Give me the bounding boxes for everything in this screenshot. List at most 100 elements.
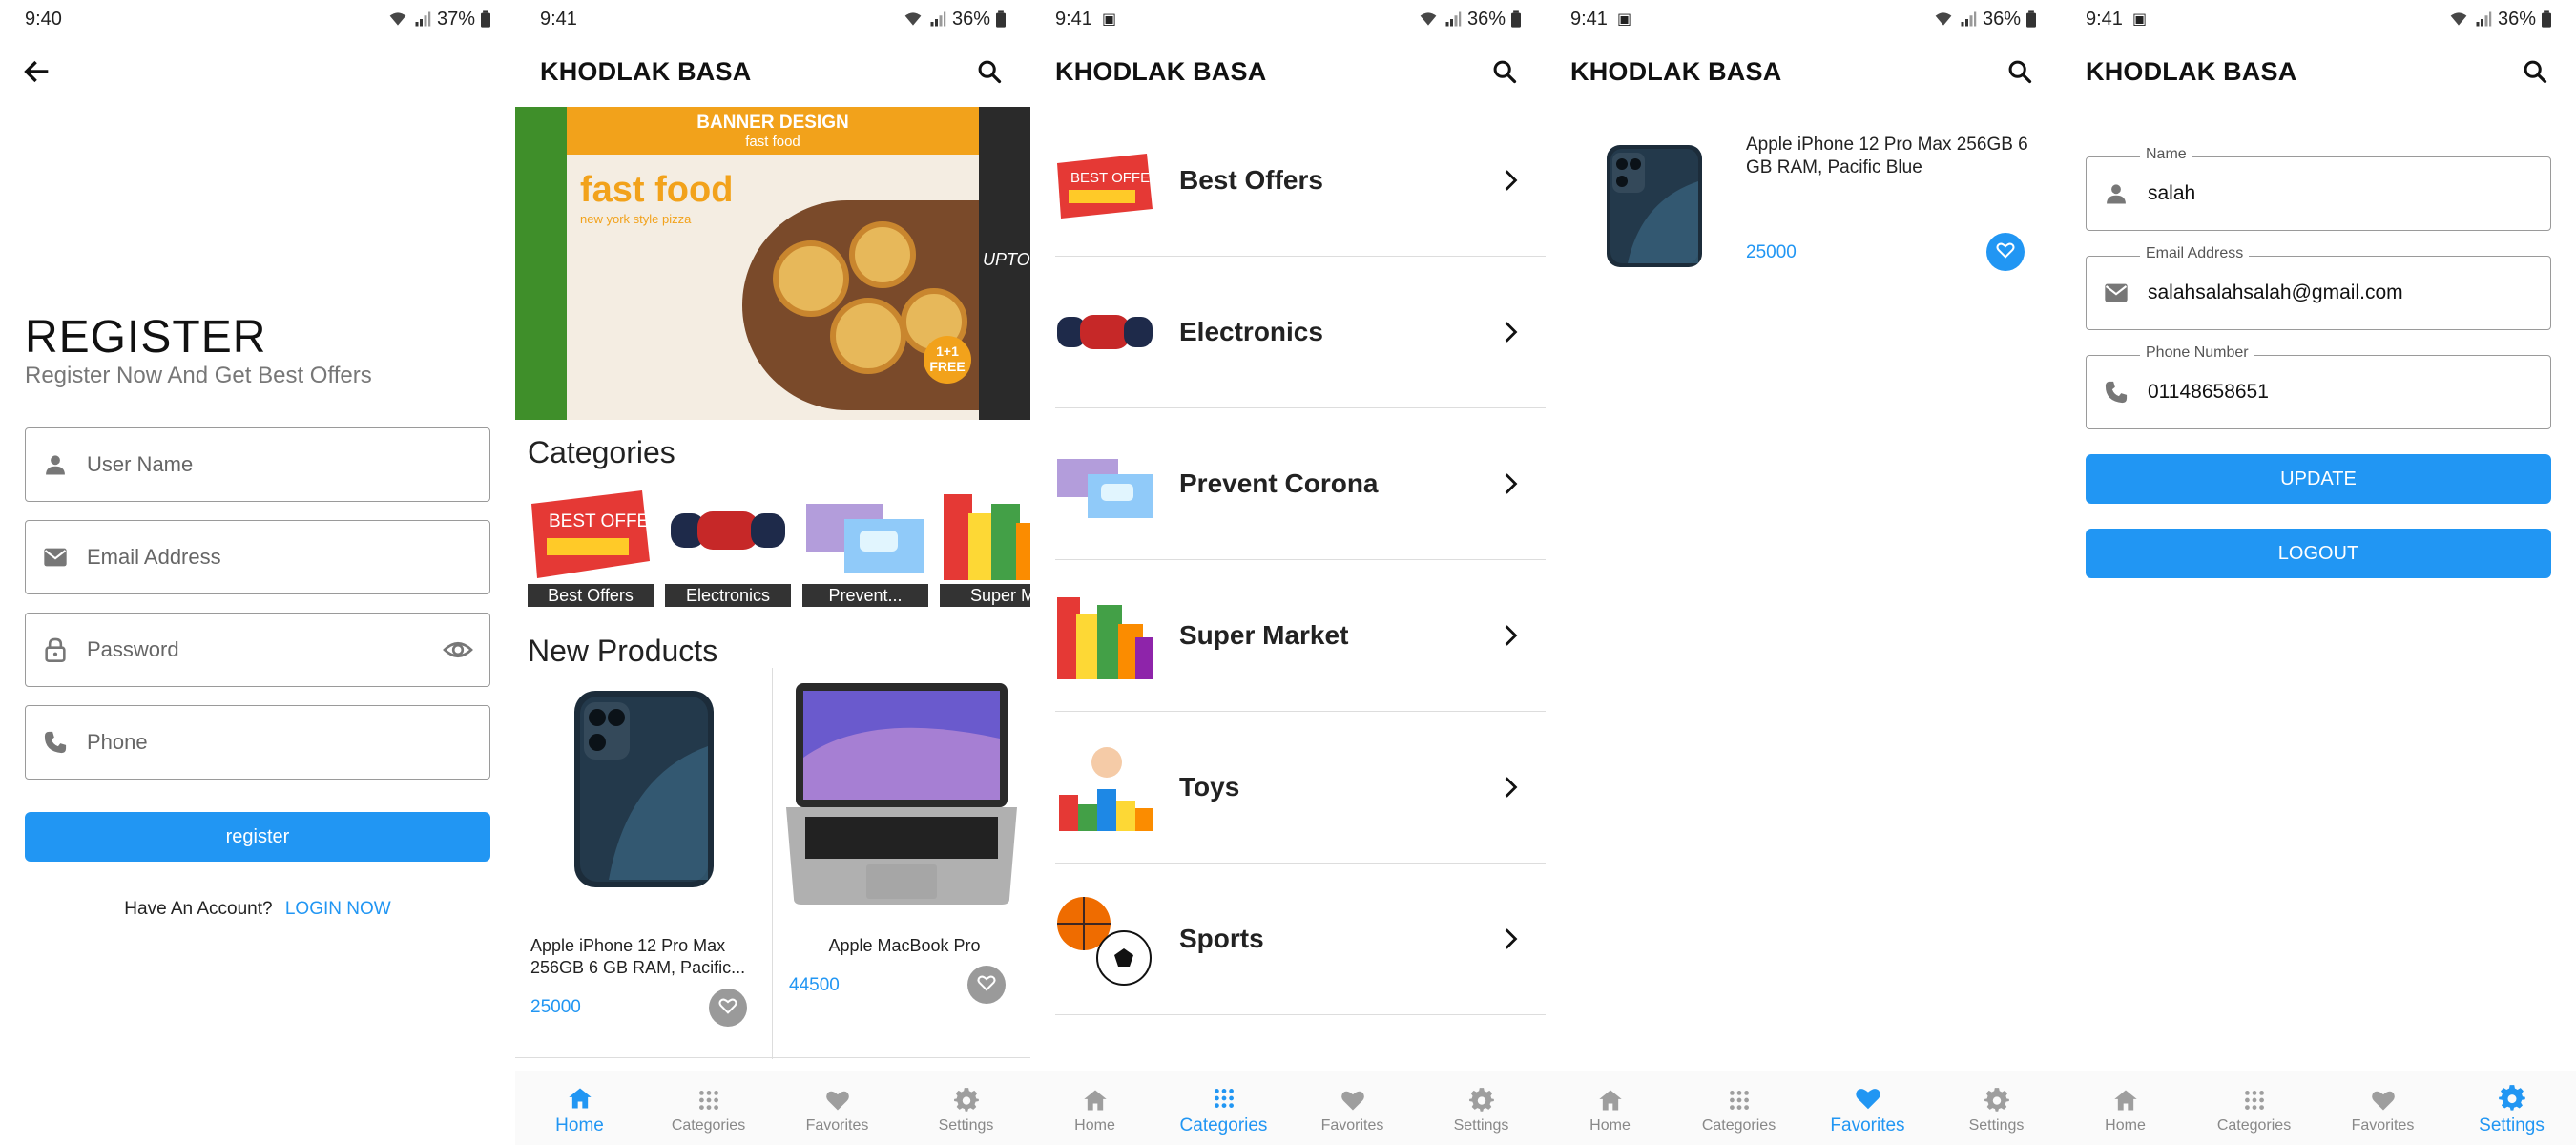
- nav-label: Favorites: [1830, 1114, 1905, 1135]
- promo-banner[interactable]: BANNER DESIGN fast food fast food new yo…: [515, 107, 1030, 420]
- app-bar: KHODLAK BASA: [1030, 46, 1546, 97]
- battery-icon: [1511, 10, 1521, 28]
- toys-thumbnail: [1059, 747, 1153, 831]
- status-bar: 9:41 ▣ 36%: [1030, 0, 1546, 38]
- apps-icon: [1210, 1084, 1238, 1113]
- category-row[interactable]: Electronics: [1055, 257, 1546, 408]
- signal-icon: [1960, 10, 1977, 28]
- nav-settings[interactable]: Settings: [1417, 1071, 1546, 1145]
- nav-categories[interactable]: Categories: [1159, 1071, 1288, 1145]
- category-name: Best Offers: [1179, 165, 1323, 195]
- iphone-product-image[interactable]: [571, 689, 717, 891]
- category-row[interactable]: Prevent Corona: [1055, 408, 1546, 560]
- phone-field[interactable]: Phone: [25, 705, 490, 780]
- nav-favorites[interactable]: Favorites: [773, 1071, 902, 1145]
- email-field[interactable]: Email Address salahsalahsalah@gmail.com: [2086, 245, 2551, 330]
- favorite-toggle[interactable]: [967, 966, 1006, 1004]
- person-icon: [41, 450, 70, 479]
- category-row[interactable]: Sports: [1055, 864, 1546, 1015]
- lock-icon: [41, 635, 70, 664]
- favorite-product-price: 25000: [1746, 242, 1797, 262]
- nav-favorites[interactable]: Favorites: [1803, 1071, 1932, 1145]
- nav-favorites[interactable]: Favorites: [2318, 1071, 2447, 1145]
- categories-screen: 9:41 ▣ 36% KHODLAK BASA BEST OFFER Best …: [1030, 0, 1546, 1145]
- name-field[interactable]: Name salah: [2086, 146, 2551, 231]
- username-field[interactable]: User Name: [25, 427, 490, 502]
- search-icon[interactable]: [2004, 55, 2036, 88]
- category-row[interactable]: BEST OFFER Best Offers: [1055, 105, 1546, 257]
- banner-left-strip: [515, 107, 567, 420]
- name-field-label: Name: [2140, 146, 2192, 163]
- nav-settings[interactable]: Settings: [902, 1071, 1030, 1145]
- nav-label: Settings: [1453, 1116, 1509, 1134]
- search-icon[interactable]: [973, 55, 1006, 88]
- battery-percent: 36%: [951, 8, 990, 30]
- pizza-image: [773, 240, 849, 317]
- phone-icon: [41, 728, 70, 757]
- phone-field-label: Phone Number: [2140, 344, 2254, 362]
- heart-outline-icon: [717, 995, 738, 1021]
- svg-text:BEST OFFER: BEST OFFER: [1070, 170, 1154, 186]
- favorite-toggle[interactable]: [1986, 233, 2025, 271]
- phone-field[interactable]: Phone Number 01148658651: [2086, 344, 2551, 429]
- logout-button[interactable]: LOGOUT: [2086, 529, 2551, 578]
- nav-categories[interactable]: Categories: [2190, 1071, 2318, 1145]
- category-tile[interactable]: Prevent...: [802, 485, 928, 607]
- password-field[interactable]: Password: [25, 613, 490, 687]
- product-name: Apple MacBook Pro: [828, 936, 981, 955]
- home-screen: 9:41 36% KHODLAK BASA BANNER DESIGN fast…: [515, 0, 1030, 1145]
- category-row[interactable]: Toys: [1055, 712, 1546, 864]
- category-tile[interactable]: BEST OFFER Best Offers: [528, 485, 654, 607]
- email-field-value: salahsalahsalah@gmail.com: [2148, 281, 2403, 303]
- nav-label: Favorites: [1320, 1116, 1384, 1134]
- nav-favorites[interactable]: Favorites: [1288, 1071, 1417, 1145]
- app-title: KHODLAK BASA: [1055, 56, 1267, 86]
- category-label: Electronics: [665, 584, 791, 607]
- nav-label: Categories: [1179, 1114, 1268, 1135]
- nav-label: Categories: [671, 1116, 746, 1134]
- back-arrow-icon[interactable]: [21, 55, 53, 88]
- favorite-toggle[interactable]: [709, 989, 747, 1027]
- update-button[interactable]: UPDATE: [2086, 454, 2551, 504]
- nav-home[interactable]: Home: [1546, 1071, 1674, 1145]
- nav-settings[interactable]: Settings: [1932, 1071, 2061, 1145]
- macbook-product-image[interactable]: [784, 681, 1019, 906]
- nav-home[interactable]: Home: [2061, 1071, 2190, 1145]
- grid-divider: [515, 1057, 1030, 1058]
- nav-home[interactable]: Home: [1030, 1071, 1159, 1145]
- super-market-thumbnail: [1057, 597, 1153, 679]
- wifi-icon: [903, 10, 924, 29]
- have-account-text: Have An Account?: [124, 899, 273, 919]
- product-price: 44500: [789, 975, 840, 995]
- register-button[interactable]: register: [25, 812, 490, 862]
- email-field[interactable]: Email Address: [25, 520, 490, 594]
- search-icon[interactable]: [2519, 55, 2551, 88]
- banner-badge: 1+1 FREE: [924, 336, 971, 384]
- heart-outline-icon: [976, 972, 997, 998]
- search-icon[interactable]: [1488, 55, 1521, 88]
- gear-icon: [952, 1086, 981, 1114]
- category-tile[interactable]: Electronics: [665, 485, 791, 607]
- best-offers-image: BEST OFFER: [531, 490, 654, 578]
- login-now-link[interactable]: LOGIN NOW: [285, 899, 391, 919]
- pizza-image: [830, 298, 906, 374]
- nav-categories[interactable]: Categories: [1674, 1071, 1803, 1145]
- product-price: 25000: [530, 997, 581, 1017]
- nav-label: Home: [1589, 1116, 1631, 1134]
- nav-home[interactable]: Home: [515, 1071, 644, 1145]
- eye-icon[interactable]: [442, 634, 474, 666]
- category-tile[interactable]: Super M: [940, 485, 1030, 607]
- signal-icon: [414, 10, 431, 28]
- phone-placeholder: Phone: [87, 730, 148, 754]
- categories-carousel[interactable]: BEST OFFER Best Offers Electronics Preve…: [528, 485, 1030, 609]
- category-row[interactable]: Super Market: [1055, 560, 1546, 712]
- iphone-favorite-image[interactable]: [1603, 143, 1706, 269]
- gallery-icon: ▣: [1101, 11, 1117, 28]
- nav-categories[interactable]: Categories: [644, 1071, 773, 1145]
- new-products-heading: New Products: [528, 634, 718, 668]
- nav-settings[interactable]: Settings: [2447, 1071, 2576, 1145]
- favorite-product-name: Apple iPhone 12 Pro Max 256GB 6 GB RAM, …: [1746, 135, 2028, 177]
- status-bar: 9:41 ▣ 36%: [2061, 0, 2576, 38]
- home-icon: [2111, 1086, 2140, 1114]
- heart-outline-icon: [1995, 239, 2016, 265]
